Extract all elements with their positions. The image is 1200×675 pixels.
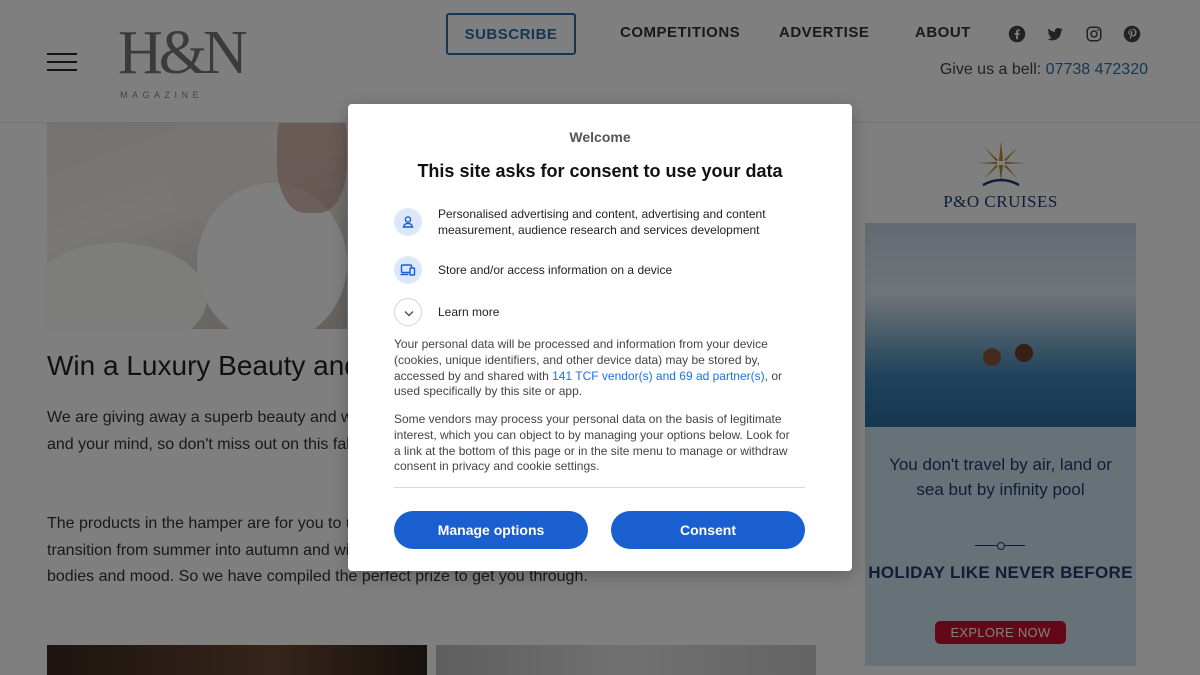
consent-dialog: Welcome This site asks for consent to us… (348, 104, 852, 571)
consent-button[interactable]: Consent (611, 511, 805, 549)
dialog-title: This site asks for consent to use your d… (417, 161, 783, 181)
vendors-link[interactable]: 141 TCF vendor(s) and 69 ad partner(s) (552, 369, 765, 383)
dialog-divider (394, 487, 805, 488)
chevron-down-icon[interactable] (394, 298, 422, 326)
manage-options-button[interactable]: Manage options (394, 511, 588, 549)
consent-body-text: Some vendors may process your personal d… (394, 412, 790, 474)
purpose-text: Personalised advertising and content, ad… (438, 207, 766, 237)
person-icon (394, 208, 422, 236)
learn-more-label[interactable]: Learn more (438, 304, 814, 320)
purpose-text: Store and/or access information on a dev… (438, 263, 673, 277)
devices-icon (394, 256, 422, 284)
dialog-welcome: Welcome (569, 129, 631, 145)
consent-body-text: Your personal data will be processed and… (394, 337, 794, 400)
